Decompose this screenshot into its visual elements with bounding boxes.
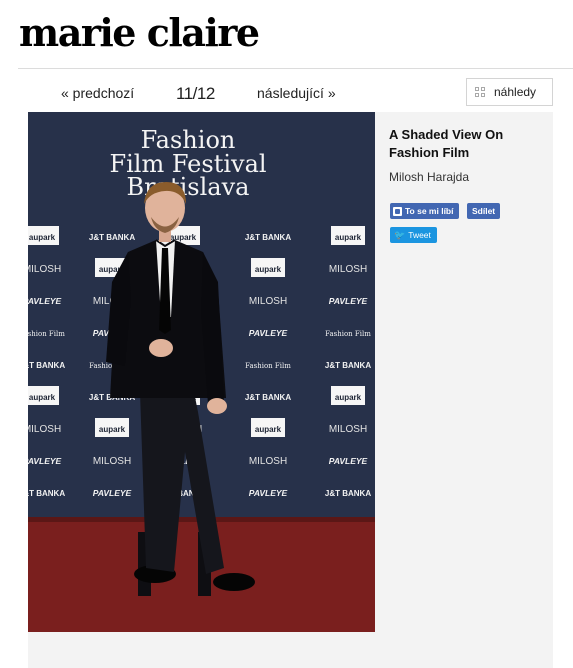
sponsor-logo-text: aupark bbox=[335, 393, 362, 402]
sponsor-logo-text: MILOSH bbox=[249, 456, 287, 467]
sponsor-logo-text: MILOSH bbox=[28, 424, 61, 435]
facebook-share-button[interactable]: Sdílet bbox=[467, 203, 501, 219]
sponsor-logo-text: aupark bbox=[29, 233, 56, 242]
sponsor-logo-text: MILOSH bbox=[329, 424, 367, 435]
sponsor-logo-text: MILOSH bbox=[249, 296, 287, 307]
sponsor-logo-text: MILOSH bbox=[28, 264, 61, 275]
facebook-share-label: Sdílet bbox=[472, 206, 496, 216]
sponsor-logo-text: PAVLEYE bbox=[28, 296, 62, 306]
thumbs-up-icon bbox=[393, 206, 402, 216]
grid-icon bbox=[475, 87, 485, 97]
sponsor-logo-text: aupark bbox=[255, 425, 282, 434]
sponsor-logo-text: J&T BANKA bbox=[245, 233, 291, 242]
tweet-button[interactable]: 🐦 Tweet bbox=[390, 227, 437, 243]
sponsor-logo-text: PAVLEYE bbox=[28, 456, 62, 466]
photo-counter: 11/12 bbox=[176, 84, 215, 103]
thumbnails-button[interactable]: náhledy bbox=[466, 78, 553, 106]
photo-title: A Shaded View On Fashion Film bbox=[389, 127, 504, 160]
previous-link[interactable]: « predchozí bbox=[61, 85, 134, 101]
tweet-label: Tweet bbox=[408, 230, 431, 240]
marie-claire-logo[interactable]: marie claire bbox=[19, 14, 260, 52]
thumbnails-button-label: náhledy bbox=[494, 85, 537, 99]
sponsor-logo-text: PAVLEYE bbox=[329, 456, 368, 466]
sponsor-logo-text: aupark bbox=[255, 265, 282, 274]
twitter-bird-icon: 🐦 bbox=[394, 229, 406, 240]
sponsor-logo-text: MILOSH bbox=[93, 456, 131, 467]
facebook-like-button[interactable]: To se mi líbí bbox=[390, 203, 459, 219]
sponsor-logo-text: Fashion Film bbox=[245, 362, 291, 370]
sponsor-logo-text: Fashion Film bbox=[28, 330, 65, 338]
sponsor-logo-text: PAVLEYE bbox=[249, 328, 288, 338]
sponsor-logo-text: MILOSH bbox=[329, 264, 367, 275]
sponsor-logo-text: PAVLEYE bbox=[93, 488, 132, 498]
facebook-like-label: To se mi líbí bbox=[405, 206, 454, 216]
backdrop-title-line3: Bratislava bbox=[127, 173, 250, 201]
sponsor-logo-text: J&T BANKA bbox=[28, 489, 65, 498]
sponsor-logo-text: aupark bbox=[29, 393, 56, 402]
sponsor-logo-text: J&T BANKA bbox=[325, 489, 371, 498]
sponsor-logo-text: aupark bbox=[99, 425, 126, 434]
gallery-photo[interactable]: Fashion Film Festival Bratislava aupark J… bbox=[28, 112, 375, 632]
sponsor-logo-text: J&T BANKA bbox=[28, 361, 65, 370]
sponsor-logo-text: aupark bbox=[335, 233, 362, 242]
sponsor-logo-text: J&T BANKA bbox=[89, 233, 135, 242]
photo-author: Milosh Harajda bbox=[389, 170, 470, 184]
sponsor-logo-text: J&T BANKA bbox=[245, 393, 291, 402]
sponsor-logo-text: PAVLEYE bbox=[249, 488, 288, 498]
sponsor-logo-text: PAVLEYE bbox=[329, 296, 368, 306]
header-divider bbox=[18, 68, 573, 69]
sponsor-logo-text: J&T BANKA bbox=[325, 361, 371, 370]
sponsor-logo-text: Fashion Film bbox=[325, 330, 371, 338]
next-link[interactable]: následující » bbox=[257, 85, 336, 101]
